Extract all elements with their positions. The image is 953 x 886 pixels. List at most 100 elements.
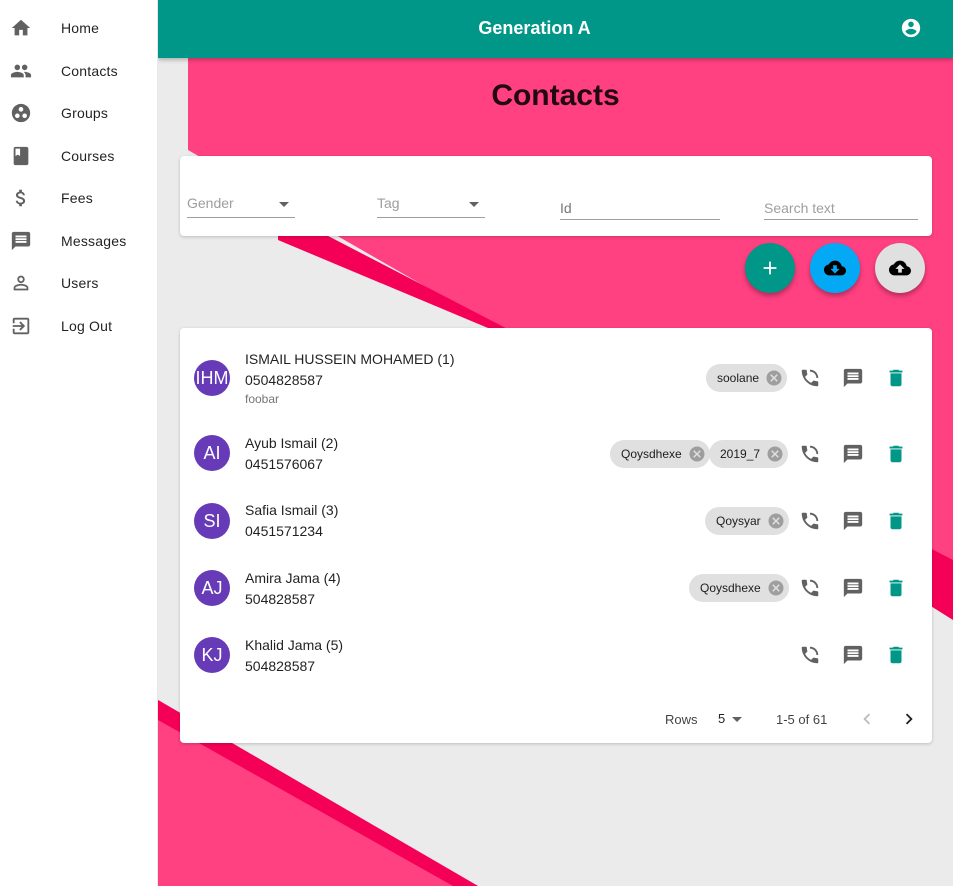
phone-icon[interactable]	[798, 576, 822, 600]
next-page-button[interactable]	[897, 707, 921, 731]
rows-per-page-select[interactable]: 5	[718, 711, 746, 729]
contact-phone: 0451576067	[245, 456, 323, 472]
contact-phone: 0504828587	[245, 372, 323, 388]
phone-icon[interactable]	[798, 643, 822, 667]
tag-chip[interactable]: Qoysdhexe	[689, 574, 789, 602]
cancel-icon[interactable]	[767, 579, 785, 597]
delete-icon[interactable]	[884, 509, 908, 533]
app-title: Generation A	[478, 18, 591, 38]
book-icon	[10, 145, 32, 167]
message-icon[interactable]	[841, 576, 865, 600]
plus-icon	[763, 261, 777, 275]
person-icon	[10, 272, 32, 294]
page-title: Contacts	[491, 79, 620, 112]
people-icon	[10, 60, 32, 82]
sidebar-item-fees[interactable]: Fees	[0, 177, 158, 219]
sidebar-item-users[interactable]: Users	[0, 262, 158, 304]
contacts-list: IHM ISMAIL HUSSEIN MOHAMED (1) 050482858…	[180, 328, 932, 743]
contact-name: Khalid Jama (5)	[245, 637, 344, 653]
tag-chip[interactable]: Qoysyar	[705, 507, 789, 535]
sidebar: Home Contacts Groups Courses Fees Messag…	[0, 0, 158, 886]
search-input[interactable]	[764, 196, 918, 220]
upload-button[interactable]	[875, 243, 925, 293]
sidebar-item-messages[interactable]: Messages	[0, 220, 158, 262]
sidebar-item-label: Fees	[61, 190, 93, 206]
list-item[interactable]: AI Ayub Ismail (2) 0451576067 Qoysdhexe …	[180, 424, 932, 484]
contact-name: Ayub Ismail (2)	[245, 435, 339, 451]
tag-chip-label: Qoysdhexe	[621, 447, 682, 461]
sidebar-item-groups[interactable]: Groups	[0, 92, 158, 134]
phone-icon[interactable]	[798, 442, 822, 466]
dollar-icon	[10, 187, 32, 209]
contact-name: Safia Ismail (3)	[245, 502, 339, 518]
message-icon[interactable]	[841, 509, 865, 533]
tag-chip[interactable]: soolane	[706, 364, 788, 392]
groups-icon	[10, 102, 32, 124]
chevron-down-icon	[279, 202, 289, 207]
logout-icon	[10, 315, 32, 337]
cancel-icon[interactable]	[688, 445, 706, 463]
contact-note: foobar	[245, 392, 280, 406]
tag-chip-label: soolane	[717, 371, 760, 385]
contact-phone: 504828587	[245, 591, 316, 607]
account-circle-icon[interactable]	[900, 17, 922, 39]
gender-select-placeholder: Gender	[187, 195, 234, 211]
contact-name: ISMAIL HUSSEIN MOHAMED (1)	[245, 351, 455, 367]
contact-name: Amira Jama (4)	[245, 570, 341, 586]
app-bar: Generation A	[158, 0, 953, 58]
sidebar-item-logout[interactable]: Log Out	[0, 305, 158, 347]
sidebar-item-contacts[interactable]: Contacts	[0, 50, 158, 92]
chevron-down-icon	[469, 202, 479, 207]
message-icon[interactable]	[841, 366, 865, 390]
sidebar-item-home[interactable]: Home	[0, 7, 158, 49]
tag-chip-label: 2019_7	[720, 447, 761, 461]
contact-phone: 0451571234	[245, 523, 323, 539]
tag-chip[interactable]: Qoysdhexe	[610, 440, 710, 468]
contact-phone: 504828587	[245, 658, 316, 674]
avatar: SI	[194, 503, 230, 539]
delete-icon[interactable]	[884, 576, 908, 600]
delete-icon[interactable]	[884, 366, 908, 390]
tag-chip-label: Qoysyar	[716, 514, 761, 528]
rows-per-page-label: Rows	[665, 712, 698, 727]
page-range: 1-5 of 61	[776, 712, 828, 727]
chevron-left-icon	[863, 713, 871, 725]
id-input[interactable]	[560, 196, 720, 220]
delete-icon[interactable]	[884, 442, 908, 466]
avatar: AI	[194, 435, 230, 471]
list-item[interactable]: IHM ISMAIL HUSSEIN MOHAMED (1) 050482858…	[180, 348, 932, 418]
cancel-icon[interactable]	[767, 512, 785, 530]
list-item[interactable]: SI Safia Ismail (3) 0451571234 Qoysyar	[180, 491, 932, 551]
tag-select-placeholder: Tag	[377, 195, 400, 211]
cloud-download-icon	[824, 260, 846, 276]
chevron-down-icon	[732, 717, 742, 722]
sidebar-item-label: Groups	[61, 105, 109, 121]
list-item[interactable]: KJ Khalid Jama (5) 504828587	[180, 625, 932, 685]
gender-select[interactable]: Gender	[187, 194, 295, 218]
download-button[interactable]	[810, 243, 860, 293]
sidebar-item-label: Home	[61, 20, 100, 36]
home-icon	[10, 17, 32, 39]
cancel-icon[interactable]	[765, 369, 783, 387]
phone-icon[interactable]	[798, 509, 822, 533]
avatar: KJ	[194, 637, 230, 673]
rows-per-page-value: 5	[718, 711, 726, 726]
cloud-upload-icon	[889, 260, 911, 276]
tag-select[interactable]: Tag	[377, 194, 485, 218]
sidebar-item-label: Messages	[61, 233, 127, 249]
previous-page-button[interactable]	[855, 707, 879, 731]
phone-icon[interactable]	[798, 366, 822, 390]
delete-icon[interactable]	[884, 643, 908, 667]
message-icon[interactable]	[841, 442, 865, 466]
cancel-icon[interactable]	[766, 445, 784, 463]
sidebar-item-courses[interactable]: Courses	[0, 135, 158, 177]
list-item[interactable]: AJ Amira Jama (4) 504828587 Qoysdhexe	[180, 558, 932, 618]
chevron-right-icon	[905, 713, 913, 725]
message-icon[interactable]	[841, 643, 865, 667]
message-icon	[10, 230, 32, 252]
tag-chip[interactable]: 2019_7	[709, 440, 789, 468]
sidebar-item-label: Users	[61, 275, 99, 291]
add-contact-button[interactable]	[745, 243, 795, 293]
filter-card: Gender Tag	[180, 156, 932, 236]
avatar: IHM	[194, 360, 230, 396]
